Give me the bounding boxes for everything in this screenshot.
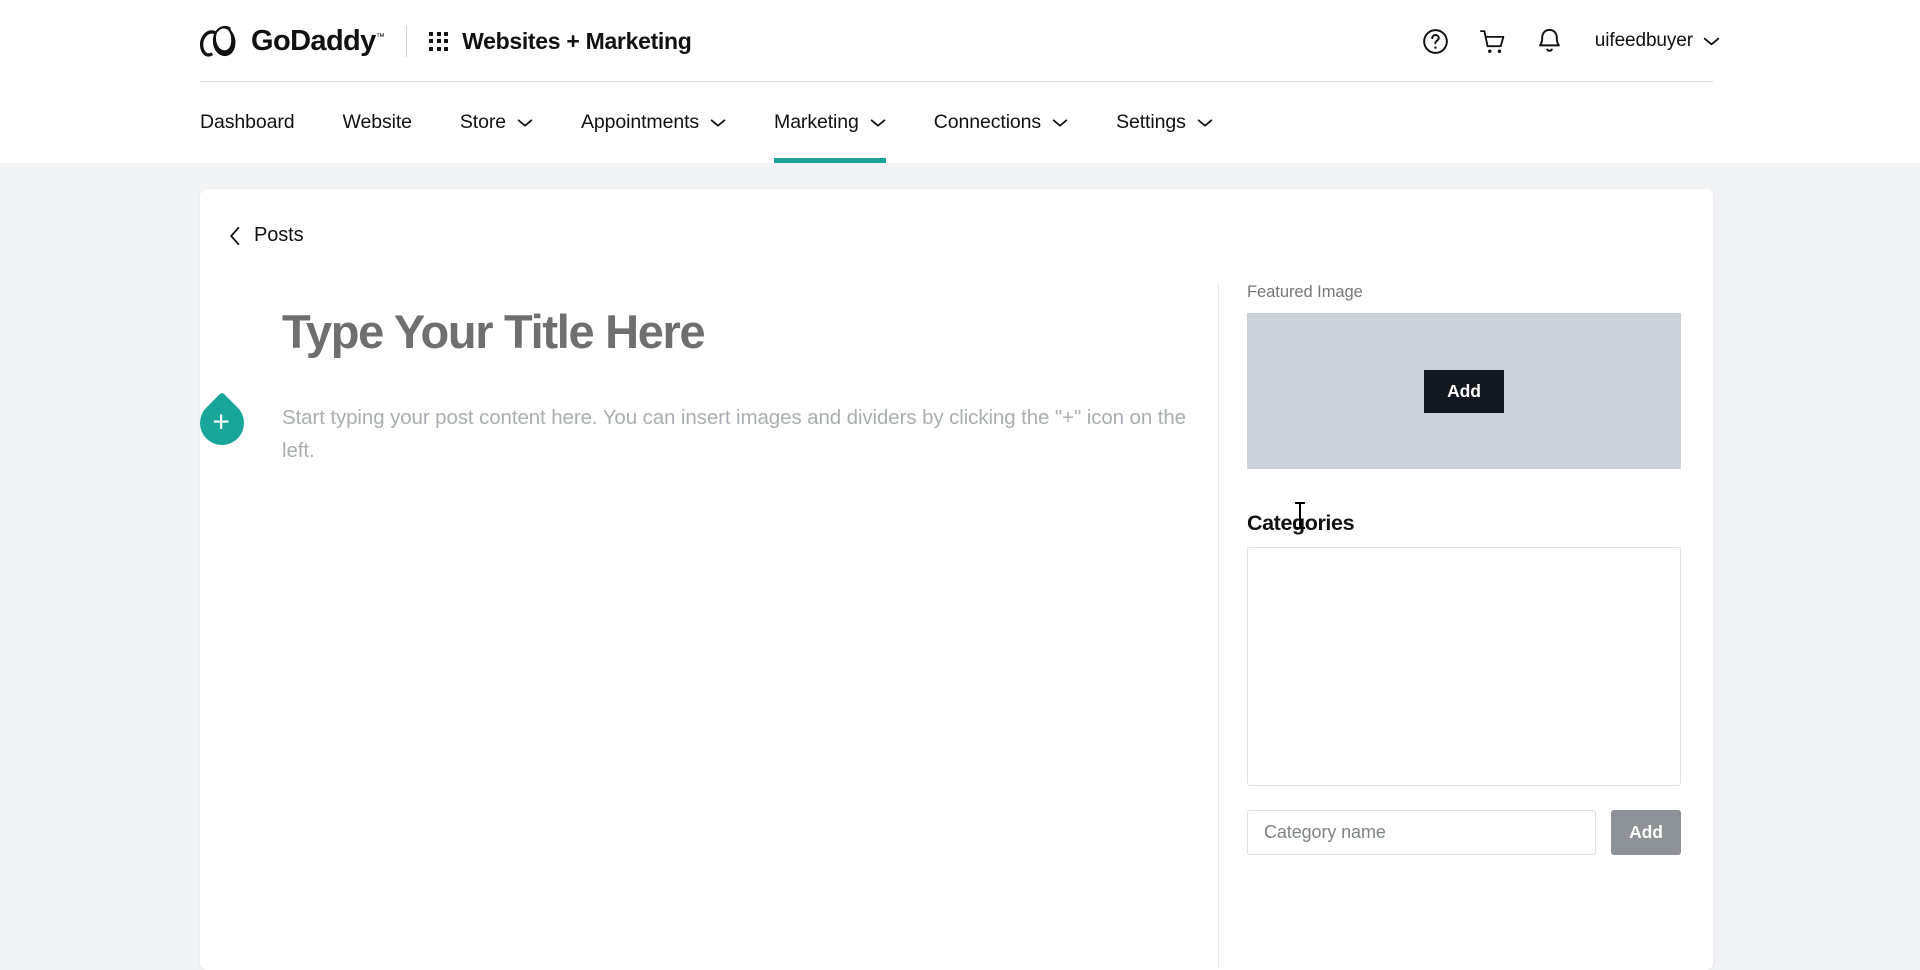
cart-button[interactable]	[1478, 26, 1508, 56]
post-body-row: + Start typing your post content here. Y…	[200, 391, 1218, 467]
nav-label: Dashboard	[200, 111, 295, 133]
plus-icon: +	[212, 404, 231, 438]
nav-item-appointments[interactable]: Appointments	[581, 82, 726, 163]
nav-label: Marketing	[774, 111, 859, 133]
nav-item-settings[interactable]: Settings	[1116, 82, 1213, 163]
nav-item-dashboard[interactable]: Dashboard	[200, 82, 295, 163]
godaddy-logo[interactable]: GoDaddy™	[200, 24, 385, 57]
nav-label: Connections	[933, 111, 1042, 133]
chevron-down-icon	[1052, 118, 1068, 127]
godaddy-wordmark: GoDaddy™	[251, 24, 385, 57]
notifications-button[interactable]	[1535, 26, 1565, 56]
category-name-input[interactable]	[1247, 810, 1596, 855]
categories-list[interactable]	[1247, 547, 1681, 786]
back-link-label: Posts	[254, 224, 304, 246]
insert-block-button[interactable]: +	[200, 391, 254, 454]
add-featured-image-button[interactable]: Add	[1424, 369, 1504, 413]
chevron-down-icon	[710, 118, 726, 127]
back-to-posts-link[interactable]: Posts	[200, 189, 304, 247]
godaddy-wordmark-text: GoDaddy	[251, 24, 376, 57]
top-header: GoDaddy™ Websites + Marketing uifeedbuye…	[0, 0, 1920, 82]
post-editor-card: Posts Type Your Title Here + Start typin…	[200, 189, 1713, 970]
nav-item-website[interactable]: Website	[343, 82, 412, 163]
chevron-down-icon	[870, 118, 886, 127]
chevron-down-icon	[1197, 118, 1212, 127]
app-switcher[interactable]: Websites + Marketing	[429, 27, 692, 55]
featured-image-placeholder[interactable]: Add	[1247, 313, 1681, 469]
godaddy-heart-mark-icon	[200, 25, 236, 57]
header-divider	[406, 25, 408, 57]
account-name-label: uifeedbuyer	[1594, 30, 1693, 51]
main-navigation: Dashboard Website Store Appointments Mar…	[0, 82, 1920, 163]
brand-zone: GoDaddy™ Websites + Marketing	[200, 25, 692, 57]
categories-heading: Categories	[1247, 502, 1355, 536]
nav-label: Store	[459, 111, 506, 133]
post-body-input[interactable]: Start typing your post content here. You…	[282, 401, 1218, 467]
help-button[interactable]	[1421, 26, 1451, 56]
app-grid-icon[interactable]	[429, 31, 449, 51]
nav-label: Appointments	[581, 111, 700, 133]
page-canvas: Posts Type Your Title Here + Start typin…	[0, 163, 1920, 970]
add-category-button[interactable]: Add	[1611, 810, 1681, 855]
trademark-symbol: ™	[375, 30, 385, 41]
text-cursor-icon	[1295, 502, 1305, 529]
nav-label: Website	[342, 111, 412, 133]
nav-item-store[interactable]: Store	[460, 82, 533, 163]
notification-bell-icon	[1539, 28, 1561, 52]
nav-label: Settings	[1116, 111, 1186, 133]
chevron-left-icon	[230, 226, 240, 245]
post-title-input[interactable]: Type Your Title Here	[282, 305, 1218, 359]
nav-item-marketing[interactable]: Marketing	[774, 82, 886, 163]
shopping-cart-icon	[1479, 29, 1505, 53]
category-add-row: Add	[1247, 810, 1681, 855]
app-name-label: Websites + Marketing	[462, 27, 692, 54]
header-actions: uifeedbuyer	[1421, 26, 1720, 56]
post-editor-pane: Type Your Title Here + Start typing your…	[200, 283, 1219, 968]
featured-image-label: Featured Image	[1247, 283, 1363, 301]
post-settings-sidebar: Featured Image Add Categories Add	[1219, 283, 1713, 968]
chevron-down-icon	[1703, 37, 1720, 45]
help-circle-icon	[1423, 28, 1449, 54]
nav-item-connections[interactable]: Connections	[934, 82, 1068, 163]
editor-layout: Type Your Title Here + Start typing your…	[200, 283, 1713, 968]
chevron-down-icon	[517, 118, 533, 127]
account-menu[interactable]: uifeedbuyer	[1595, 30, 1720, 52]
